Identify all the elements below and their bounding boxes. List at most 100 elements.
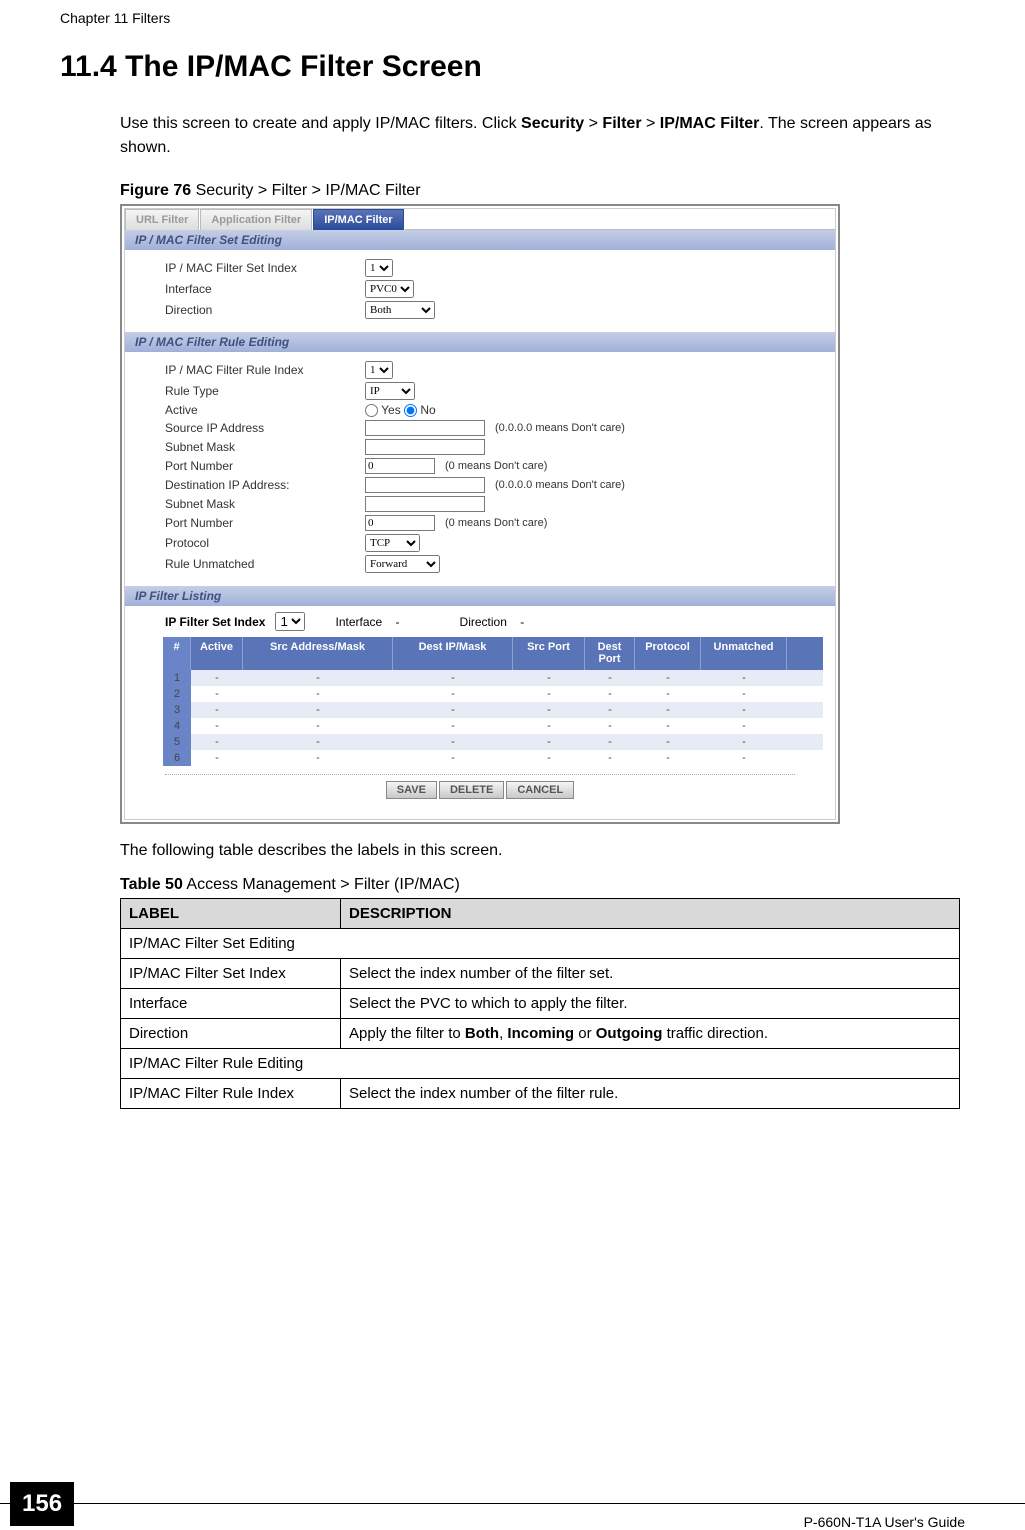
select-rule-index[interactable]: 1 <box>365 361 393 379</box>
row-desc: Select the index number of the filter se… <box>341 959 960 989</box>
cell: - <box>701 718 787 734</box>
cell: - <box>513 702 585 718</box>
label-rule-unmatched: Rule Unmatched <box>165 557 365 571</box>
figure-caption-text: Security > Filter > IP/MAC Filter <box>191 182 420 199</box>
intro-bold-ipmac: IP/MAC Filter <box>660 115 760 132</box>
after-figure-text: The following table describes the labels… <box>120 842 965 860</box>
th-label: LABEL <box>121 899 341 929</box>
row-desc: Select the index number of the filter ru… <box>341 1079 960 1109</box>
cell: - <box>585 734 635 750</box>
input-dest-ip[interactable] <box>365 477 485 493</box>
select-rule-type[interactable]: IP <box>365 382 415 400</box>
label-interface: Interface <box>165 282 365 296</box>
value-listing-direction: - <box>520 615 524 629</box>
chapter-header: Chapter 11 Filters <box>60 10 965 26</box>
cell-num: 1 <box>163 670 191 686</box>
cell-num: 2 <box>163 686 191 702</box>
tab-ipmac-filter[interactable]: IP/MAC Filter <box>313 209 403 230</box>
tab-bar: URL Filter Application Filter IP/MAC Fil… <box>125 209 835 230</box>
select-direction[interactable]: Both <box>365 301 435 319</box>
label-direction: Direction <box>165 303 365 317</box>
cell: - <box>701 734 787 750</box>
tab-url-filter[interactable]: URL Filter <box>125 209 199 230</box>
section-ip-filter-listing: IP Filter Listing <box>125 586 835 606</box>
cell: - <box>243 750 393 766</box>
cell: - <box>243 734 393 750</box>
page-number: 156 <box>10 1482 74 1526</box>
cell: - <box>513 670 585 686</box>
bold: Outgoing <box>596 1025 663 1042</box>
cell: - <box>585 750 635 766</box>
row-desc: Select the PVC to which to apply the fil… <box>341 989 960 1019</box>
hint-dest-ip: (0.0.0.0 means Don't care) <box>495 479 625 491</box>
input-subnet-mask-dst[interactable] <box>365 496 485 512</box>
input-subnet-mask-src[interactable] <box>365 439 485 455</box>
intro-paragraph: Use this screen to create and apply IP/M… <box>120 112 965 160</box>
select-set-index[interactable]: 1 <box>365 259 393 277</box>
bold: Incoming <box>507 1025 574 1042</box>
cell: - <box>585 670 635 686</box>
cell: - <box>191 750 243 766</box>
col-unm: Unmatched <box>701 637 787 669</box>
table-row: 3------- <box>163 702 823 718</box>
label-port-src: Port Number <box>165 459 365 473</box>
cell: - <box>393 718 513 734</box>
select-interface[interactable]: PVC0 <box>365 280 414 298</box>
delete-button[interactable]: DELETE <box>439 781 504 799</box>
cell: - <box>191 670 243 686</box>
select-listing-set-index[interactable]: 1 <box>275 612 305 631</box>
input-port-src[interactable] <box>365 458 435 474</box>
cell: - <box>191 718 243 734</box>
intro-text: Use this screen to create and apply IP/M… <box>120 115 521 132</box>
filter-listing-grid: # Active Src Address/Mask Dest IP/Mask S… <box>163 637 823 766</box>
cell: - <box>393 686 513 702</box>
value-listing-interface: - <box>396 615 400 629</box>
cell: - <box>635 718 701 734</box>
cell: - <box>513 734 585 750</box>
tab-application-filter[interactable]: Application Filter <box>200 209 312 230</box>
radio-active-no[interactable] <box>404 404 417 417</box>
figure-number: Figure 76 <box>120 182 191 199</box>
hint-port-dst: (0 means Don't care) <box>445 517 547 529</box>
label-rule-index: IP / MAC Filter Rule Index <box>165 363 365 377</box>
select-rule-unmatched[interactable]: Forward <box>365 555 440 573</box>
cell: - <box>513 750 585 766</box>
section-set-editing: IP / MAC Filter Set Editing <box>125 230 835 250</box>
bold: Both <box>465 1025 499 1042</box>
intro-sep2: > <box>642 115 660 132</box>
cell: - <box>191 702 243 718</box>
row-label: IP/MAC Filter Set Index <box>121 959 341 989</box>
cell: - <box>513 718 585 734</box>
table-number: Table 50 <box>120 876 183 893</box>
row-label: Direction <box>121 1019 341 1049</box>
description-table: LABEL DESCRIPTION IP/MAC Filter Set Edit… <box>120 898 960 1109</box>
cell: - <box>393 734 513 750</box>
text: or <box>574 1025 596 1042</box>
input-port-dst[interactable] <box>365 515 435 531</box>
input-source-ip[interactable] <box>365 420 485 436</box>
cell-num: 4 <box>163 718 191 734</box>
cell: - <box>701 670 787 686</box>
hint-source-ip: (0.0.0.0 means Don't care) <box>495 422 625 434</box>
cell: - <box>635 750 701 766</box>
label-listing-set-index: IP Filter Set Index <box>165 615 265 629</box>
col-sport: Src Port <box>513 637 585 669</box>
col-num: # <box>163 637 191 669</box>
select-protocol[interactable]: TCP <box>365 534 420 552</box>
row-label: Interface <box>121 989 341 1019</box>
col-proto: Protocol <box>635 637 701 669</box>
cancel-button[interactable]: CANCEL <box>506 781 574 799</box>
radio-active-yes[interactable] <box>365 404 378 417</box>
label-port-dst: Port Number <box>165 516 365 530</box>
cell: - <box>191 734 243 750</box>
label-subnet-mask-src: Subnet Mask <box>165 440 365 454</box>
page-footer: 156 P-660N-T1A User's Guide <box>0 1503 1025 1504</box>
cell: - <box>243 686 393 702</box>
save-button[interactable]: SAVE <box>386 781 437 799</box>
cell: - <box>701 702 787 718</box>
section-rule-editing: IP / MAC Filter Rule Editing <box>125 332 835 352</box>
table-row: 5------- <box>163 734 823 750</box>
cell: - <box>585 702 635 718</box>
label-dest-ip: Destination IP Address: <box>165 478 365 492</box>
cell: - <box>243 718 393 734</box>
